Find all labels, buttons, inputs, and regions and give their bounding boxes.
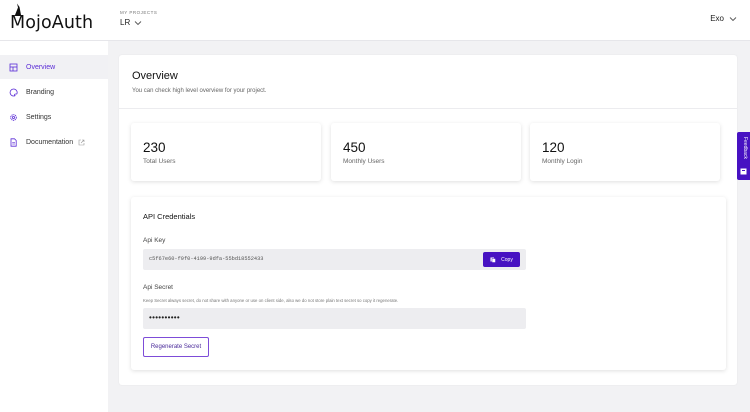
- api-key-field[interactable]: c5f67e60-f9f0-4199-9dfa-55bd18552433 Cop…: [143, 249, 526, 270]
- api-credentials-card: API Credentials Api Key c5f67e60-f9f0-41…: [131, 197, 726, 370]
- user-menu[interactable]: Exo: [710, 14, 737, 23]
- user-name: Exo: [710, 14, 724, 23]
- palette-icon: [9, 88, 18, 96]
- sidebar: Overview Branding Settings Documentation: [0, 41, 108, 412]
- sidebar-item-settings[interactable]: Settings: [0, 105, 108, 129]
- copy-button-label: Copy: [501, 256, 513, 263]
- sidebar-item-label: Branding: [26, 88, 55, 96]
- project-switcher: MY PROJECTS LR: [120, 10, 157, 27]
- top-header: MojoAuth MY PROJECTS LR Exo: [0, 0, 750, 41]
- sidebar-item-label: Settings: [26, 113, 52, 121]
- api-key-value: c5f67e60-f9f0-4199-9dfa-55bd18552433: [149, 256, 264, 262]
- page-title: Overview: [132, 70, 178, 82]
- external-link-icon: [78, 139, 85, 145]
- project-caption: MY PROJECTS: [120, 10, 158, 15]
- feedback-label: Feedback: [742, 137, 748, 159]
- api-secret-label: Api Secret: [143, 284, 173, 291]
- logo-text: MojoAuth: [10, 13, 94, 33]
- stat-label: Monthly Users: [343, 158, 385, 165]
- mojoauth-logo[interactable]: MojoAuth: [10, 3, 94, 37]
- copy-icon: [490, 257, 496, 263]
- stat-value: 230: [143, 140, 166, 155]
- api-secret-value: ••••••••••: [149, 313, 181, 322]
- sidebar-item-documentation[interactable]: Documentation: [0, 130, 108, 154]
- project-select[interactable]: LR: [120, 18, 157, 27]
- stat-label: Monthly Login: [542, 158, 583, 165]
- gear-icon: [10, 113, 17, 121]
- api-secret-help-text: Keep Secret always secret, do not share …: [143, 298, 399, 303]
- stat-card-monthly-users: 450 Monthly Users: [331, 123, 521, 181]
- page-subtitle: You can check high level overview for yo…: [132, 88, 267, 94]
- overview-icon: [9, 63, 18, 71]
- feedback-icon: [740, 168, 747, 175]
- feedback-tab[interactable]: Feedback: [737, 132, 750, 180]
- stat-card-total-users: 230 Total Users: [131, 123, 321, 181]
- project-name: LR: [120, 18, 131, 27]
- sidebar-item-label: Documentation: [26, 138, 74, 146]
- regenerate-secret-button[interactable]: Regenerate Secret: [143, 337, 209, 357]
- copy-button[interactable]: Copy: [483, 252, 520, 267]
- chevron-down-icon: [134, 20, 142, 25]
- sidebar-item-label: Overview: [26, 63, 56, 71]
- chevron-down-icon: [729, 16, 737, 21]
- sidebar-item-overview[interactable]: Overview: [0, 55, 108, 79]
- stat-label: Total Users: [143, 158, 176, 165]
- api-key-label: Api Key: [143, 237, 166, 244]
- stat-value: 450: [343, 140, 366, 155]
- api-secret-field[interactable]: ••••••••••: [143, 308, 526, 329]
- stat-card-monthly-login: 120 Monthly Login: [530, 123, 720, 181]
- sidebar-item-branding[interactable]: Branding: [0, 80, 108, 104]
- api-credentials-title: API Credentials: [143, 212, 196, 221]
- overview-panel: Overview You can check high level overvi…: [119, 55, 737, 385]
- stat-value: 120: [542, 140, 565, 155]
- divider: [119, 108, 737, 109]
- document-icon: [10, 137, 17, 147]
